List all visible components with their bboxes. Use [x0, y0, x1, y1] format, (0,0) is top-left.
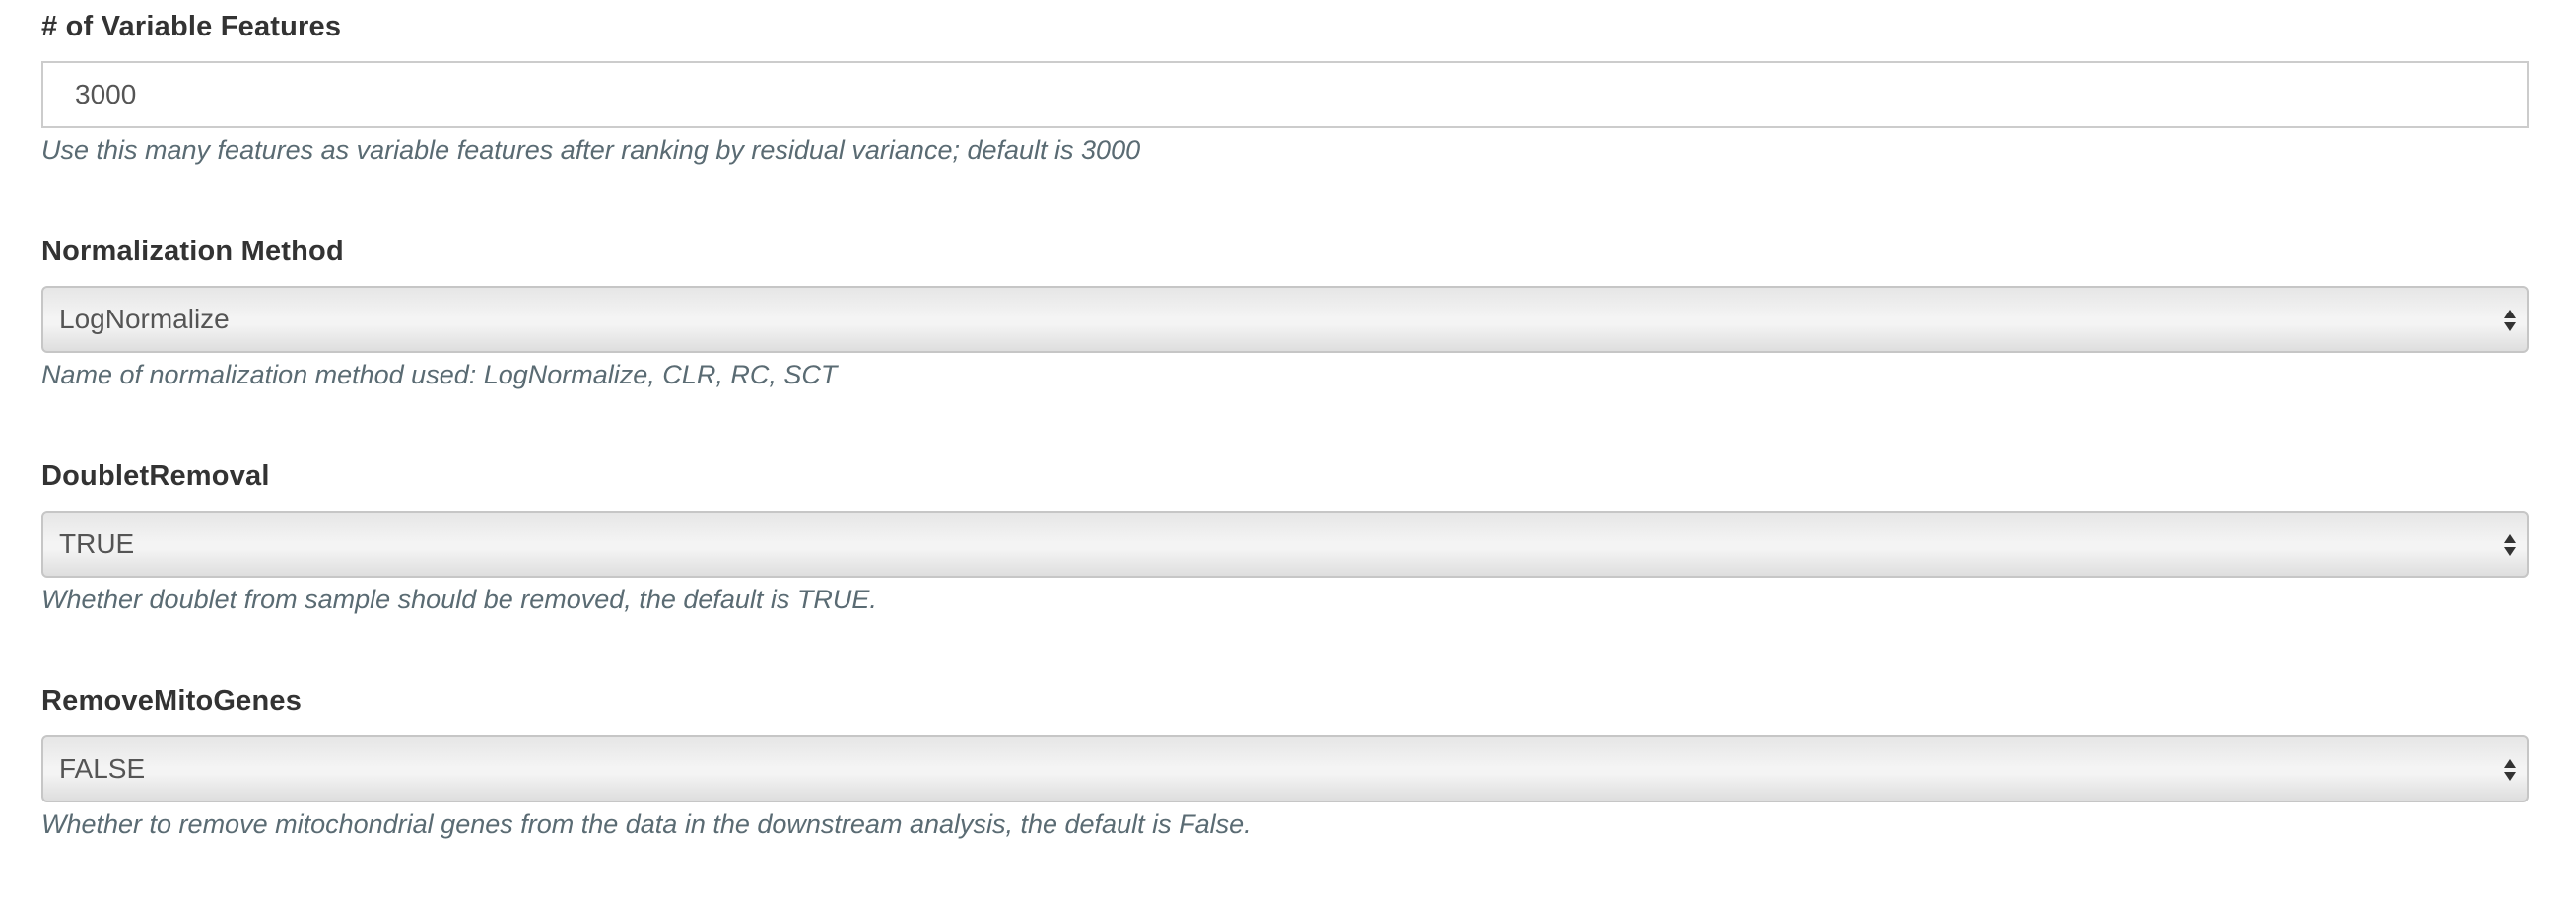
- parameter-form: # of Variable Features Use this many fea…: [0, 0, 2576, 905]
- normalization-method-value: LogNormalize: [59, 304, 230, 334]
- normalization-method-help: Name of normalization method used: LogNo…: [41, 360, 838, 389]
- doublet-removal-value: TRUE: [59, 528, 135, 559]
- variable-features-input[interactable]: [41, 61, 2529, 128]
- normalization-method-label: Normalization Method: [41, 236, 344, 267]
- remove-mito-genes-select[interactable]: FALSE: [41, 735, 2529, 802]
- variable-features-help: Use this many features as variable featu…: [41, 135, 1141, 165]
- remove-mito-genes-field: RemoveMitoGenes FALSE Whether to remove …: [41, 684, 2529, 841]
- updown-caret-icon: [2504, 310, 2516, 331]
- doublet-removal-help: Whether doublet from sample should be re…: [41, 585, 877, 614]
- remove-mito-genes-label: RemoveMitoGenes: [41, 685, 303, 717]
- variable-features-label: # of Variable Features: [41, 11, 342, 42]
- doublet-removal-field: DoubletRemoval TRUE Whether doublet from…: [41, 459, 2529, 616]
- updown-caret-icon: [2504, 759, 2516, 781]
- remove-mito-genes-help: Whether to remove mitochondrial genes fr…: [41, 809, 1252, 839]
- doublet-removal-select[interactable]: TRUE: [41, 511, 2529, 578]
- normalization-method-select[interactable]: LogNormalize: [41, 286, 2529, 353]
- updown-caret-icon: [2504, 534, 2516, 556]
- normalization-method-field: Normalization Method LogNormalize Name o…: [41, 235, 2529, 391]
- variable-features-field: # of Variable Features Use this many fea…: [41, 10, 2529, 167]
- doublet-removal-label: DoubletRemoval: [41, 460, 270, 492]
- remove-mito-genes-value: FALSE: [59, 753, 146, 784]
